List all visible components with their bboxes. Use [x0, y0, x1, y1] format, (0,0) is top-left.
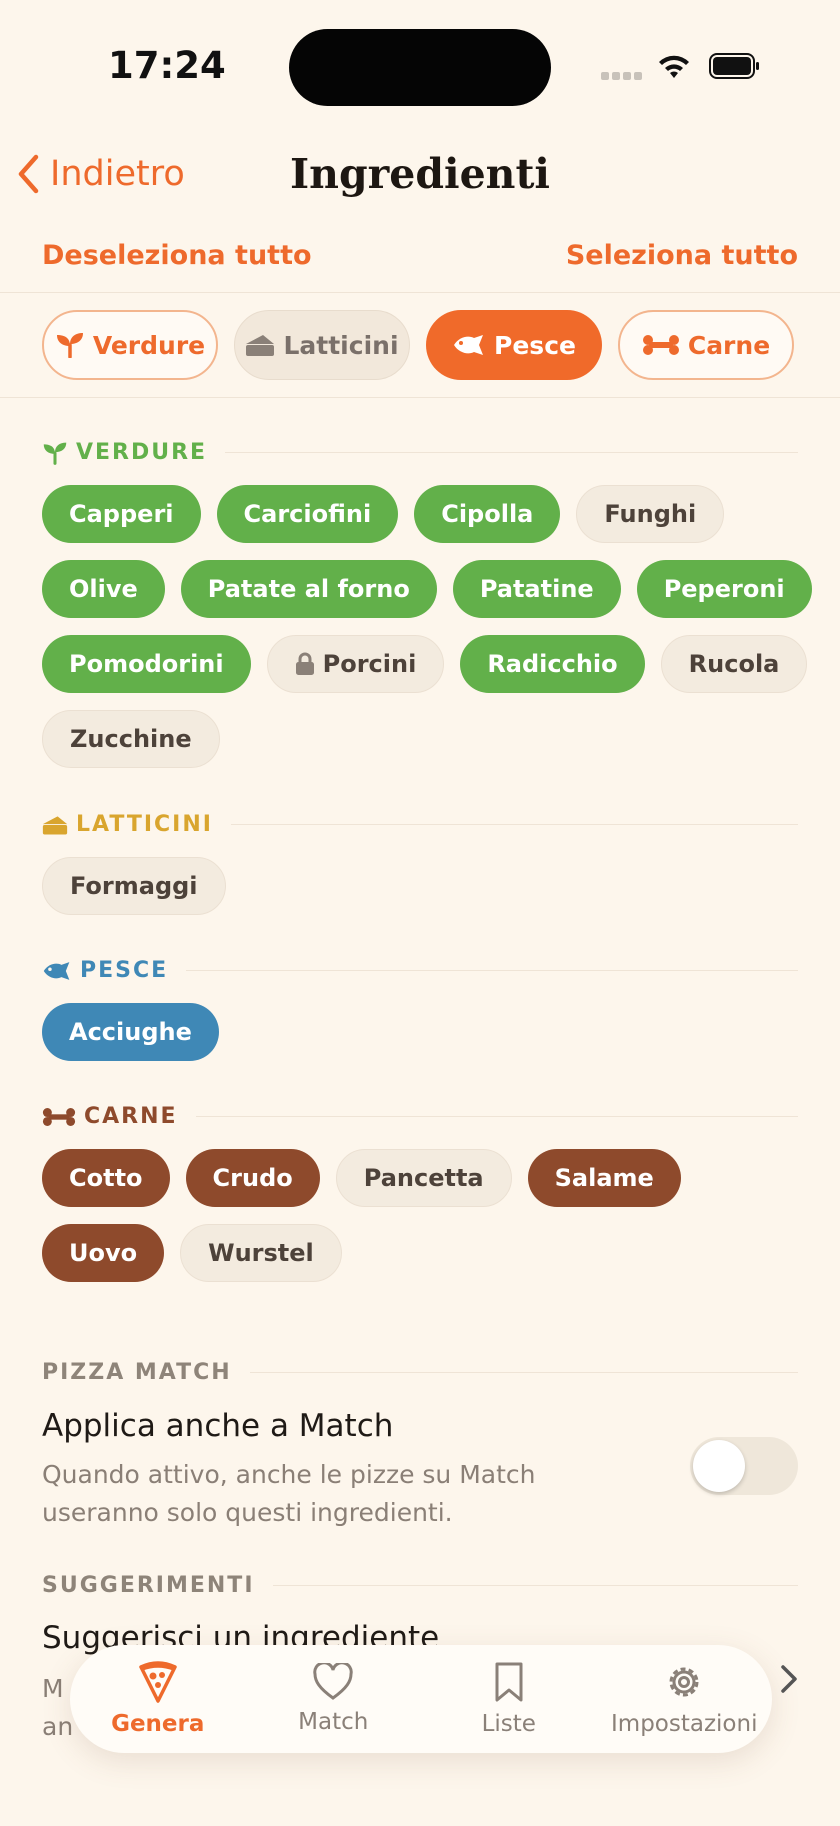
battery-icon — [709, 53, 759, 79]
tab-match[interactable]: Match — [246, 1645, 422, 1753]
navigation-bar: Indietro Ingredienti — [0, 130, 840, 220]
section-header-latticini: LATTICINI — [42, 812, 798, 837]
sprout-icon — [43, 442, 67, 465]
ingredient-chip[interactable]: Cotto — [42, 1149, 170, 1207]
divider — [0, 292, 840, 293]
section-title: LATTICINI — [76, 812, 213, 837]
setting-title: Applica anche a Match — [42, 1408, 394, 1444]
heart-icon — [313, 1663, 353, 1700]
wifi-icon — [659, 55, 689, 78]
bone-icon — [42, 1107, 76, 1126]
fish-icon — [454, 335, 484, 355]
status-bar: 17:24 — [0, 0, 840, 120]
section-title: PESCE — [80, 958, 169, 983]
ingredient-chip[interactable]: Funghi — [576, 485, 725, 543]
fish-icon — [43, 961, 70, 980]
chips-verdure: Capperi Carciofini Cipolla Funghi Olive … — [42, 485, 812, 768]
deselect-all-button[interactable]: Deseleziona tutto — [42, 240, 312, 271]
section-title: VERDURE — [76, 440, 208, 465]
sprout-icon — [56, 333, 83, 358]
ingredient-chip[interactable]: Acciughe — [42, 1003, 219, 1061]
chips-pesce: Acciughe — [42, 1003, 812, 1061]
ingredient-chip[interactable]: Rucola — [660, 635, 808, 693]
tab-genera[interactable]: Genera — [70, 1645, 246, 1753]
dynamic-island — [289, 29, 551, 106]
group-label-suggerimenti: SUGGERIMENTI — [42, 1573, 798, 1598]
ingredient-chip-locked[interactable]: Porcini — [266, 635, 445, 693]
match-toggle[interactable] — [690, 1437, 798, 1495]
ingredient-chip[interactable]: Cipolla — [414, 485, 561, 543]
filter-carne[interactable]: Carne — [618, 310, 794, 380]
gear-icon — [669, 1667, 699, 1697]
category-filters: Verdure Latticini Pesce Carne — [42, 310, 794, 380]
ingredient-chip[interactable]: Pomodorini — [42, 635, 251, 693]
status-time: 17:24 — [108, 44, 226, 87]
section-header-carne: CARNE — [42, 1104, 798, 1129]
selection-actions: Deseleziona tutto Seleziona tutto — [42, 240, 798, 271]
toggle-knob — [693, 1440, 745, 1492]
cheese-icon — [42, 815, 68, 835]
select-all-button[interactable]: Seleziona tutto — [566, 240, 798, 271]
bone-icon — [642, 335, 679, 355]
ingredient-chip[interactable]: Formaggi — [42, 857, 226, 915]
filter-pesce[interactable]: Pesce — [426, 310, 602, 380]
section-header-verdure: VERDURE — [42, 440, 798, 465]
ingredient-chip[interactable]: Pancetta — [335, 1149, 512, 1207]
ingredient-chip[interactable]: Uovo — [42, 1224, 165, 1282]
ingredient-chip[interactable]: Salame — [527, 1149, 681, 1207]
page-title: Ingredienti — [290, 150, 550, 198]
divider — [0, 397, 840, 398]
group-label-pizza-match: PIZZA MATCH — [42, 1360, 798, 1385]
tab-liste[interactable]: Liste — [421, 1645, 597, 1753]
tab-impostazioni[interactable]: Impostazioni — [597, 1645, 773, 1753]
ingredient-chip[interactable]: Wurstel — [180, 1224, 342, 1282]
ingredient-chip[interactable]: Radicchio — [460, 635, 645, 693]
chevron-right-icon[interactable] — [778, 1664, 800, 1694]
ingredient-chip[interactable]: Patatine — [452, 560, 621, 618]
ingredient-chip[interactable]: Zucchine — [42, 710, 220, 768]
lock-icon — [295, 652, 314, 675]
ingredient-chip[interactable]: Crudo — [185, 1149, 320, 1207]
ingredient-chip[interactable]: Olive — [42, 560, 165, 618]
setting-description: Quando attivo, anche le pizze su Match u… — [42, 1460, 536, 1527]
chips-latticini: Formaggi — [42, 857, 812, 915]
cheese-icon — [246, 335, 275, 356]
ingredient-chip[interactable]: Capperi — [42, 485, 201, 543]
ingredient-chip[interactable]: Patate al forno — [180, 560, 437, 618]
ingredient-chip[interactable]: Carciofini — [216, 485, 399, 543]
filter-latticini[interactable]: Latticini — [234, 310, 410, 380]
pizza-icon — [139, 1661, 177, 1703]
cellular-signal-icon — [601, 72, 643, 82]
filter-verdure[interactable]: Verdure — [42, 310, 218, 380]
bookmark-icon — [495, 1662, 523, 1702]
section-title: CARNE — [84, 1104, 178, 1129]
chips-carne: Cotto Crudo Pancetta Salame Uovo Wurstel — [42, 1149, 812, 1282]
ingredient-chip[interactable]: Peperoni — [636, 560, 812, 618]
section-header-pesce: PESCE — [42, 958, 798, 983]
tab-bar: Genera Match Liste Impostazioni — [70, 1645, 772, 1753]
